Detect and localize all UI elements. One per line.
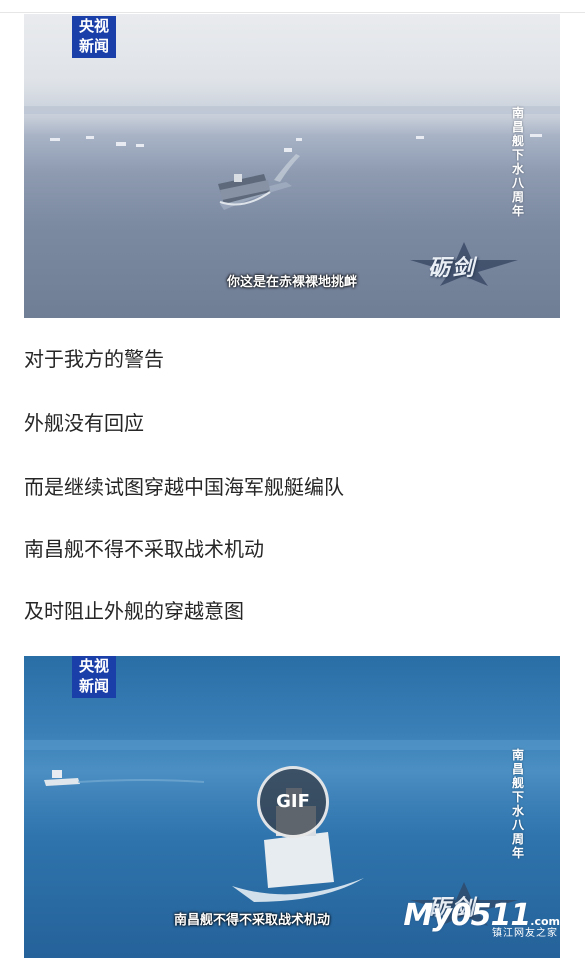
vertical-caption: 南昌舰下水八周年 [511,106,524,218]
top-divider [0,12,585,13]
cctv-news-logo: 央视 新闻 [72,16,116,58]
site-watermark: My0511.com 镇江网友之家 [390,898,560,958]
gif-frame-destroyer[interactable]: 央视 新闻 南昌舰下水八周年 GIF 南昌舰不得不采取战术机动 砺剑 My051… [24,656,560,958]
video-frame-carrier[interactable]: 央视 新闻 南昌舰下水八周年 你这是在赤裸裸地挑衅 砺剑 [24,14,560,318]
logo-line-1: 央视 [78,657,109,675]
logo-line-2: 新闻 [78,37,109,55]
paragraph: 南昌舰不得不采取战术机动 [24,537,264,561]
paragraph: 而是继续试图穿越中国海军舰艇编队 [24,475,344,499]
paragraph: 外舰没有回应 [24,411,144,435]
logo-line-1: 央视 [78,17,109,35]
program-brand: 砺剑 [408,242,520,286]
logo-line-2: 新闻 [78,677,109,695]
paragraph: 及时阻止外舰的穿越意图 [24,599,244,623]
vertical-caption: 南昌舰下水八周年 [511,748,524,860]
cctv-news-logo: 央视 新闻 [72,656,116,698]
brand-text: 砺剑 [428,256,477,281]
watermark-sub: 镇江网友之家 [492,928,558,939]
gif-play-badge[interactable]: GIF [257,766,329,838]
paragraph: 对于我方的警告 [24,347,164,371]
